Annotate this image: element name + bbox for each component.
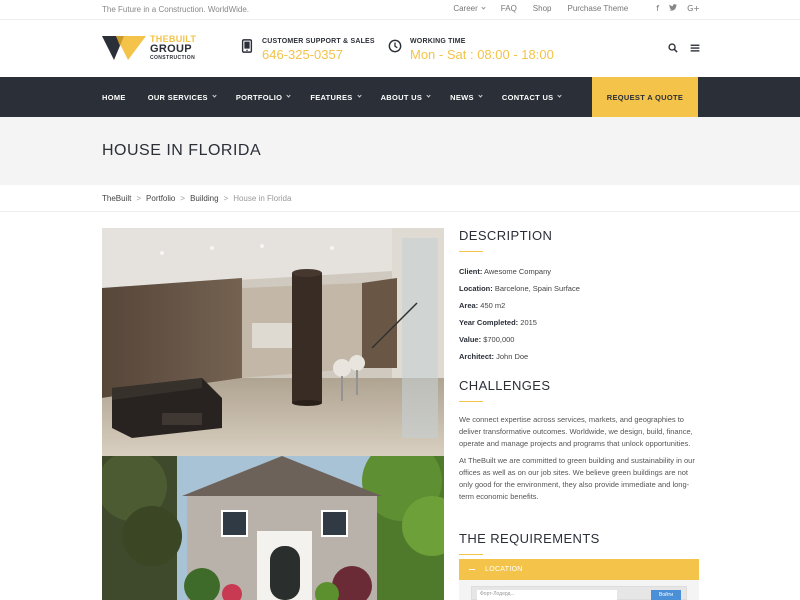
nav-about-us[interactable]: ABOUT US [381,93,431,102]
chevron-down-icon [286,92,291,98]
nav-home[interactable]: HOME [102,93,126,102]
logo[interactable]: THEBUILT GROUP CONSTRUCTION [102,35,196,61]
map-search-field[interactable]: Форт-Лодерд... [477,590,617,600]
main-nav: HOME OUR SERVICES PORTFOLIO FEATURES ABO… [0,77,800,117]
location-accordion[interactable]: LOCATION [459,559,699,580]
shop-link[interactable]: Shop [533,4,552,13]
chevron-down-icon [557,92,563,98]
breadcrumb-portfolio[interactable]: Portfolio [146,194,175,203]
phone-icon [241,39,253,53]
chevron-down-icon [356,92,362,98]
support-info: CUSTOMER SUPPORT & SALES 646-325-0357 [240,38,375,62]
working-time-value: Mon - Sat : 08:00 - 18:00 [410,47,554,62]
breadcrumb-separator: > [136,194,142,203]
header-icons [668,43,700,53]
nav-contact-us[interactable]: CONTACT US [502,92,563,102]
chevron-down-icon [212,92,217,98]
detail-client: Client: Awesome Company [459,267,551,276]
project-image-interior[interactable] [102,228,444,456]
detail-location: Location: Barcelone, Spain Surface [459,284,580,293]
twitter-icon[interactable] [669,4,678,13]
header: THEBUILT GROUP CONSTRUCTION CUSTOMER SUP… [0,20,800,77]
nav-news[interactable]: NEWS [450,92,483,102]
project-details: DESCRIPTION Client: Awesome Company Loca… [459,228,699,555]
description-title: DESCRIPTION [459,228,553,243]
facebook-icon[interactable]: f [656,4,659,13]
clock-icon [388,39,402,53]
detail-value: Value: $700,000 [459,335,515,344]
location-map[interactable]: Форт-Лодерд... Войти [459,580,699,600]
top-bar: The Future in a Construction. WorldWide.… [0,0,800,20]
request-quote-button[interactable]: REQUEST A QUOTE [592,77,698,117]
chevron-down-icon [426,92,431,98]
description-divider [459,251,483,252]
minus-icon [469,569,475,570]
logo-line2: GROUP [150,43,192,55]
logo-icon [102,36,146,60]
search-icon[interactable] [668,43,678,53]
support-phone[interactable]: 646-325-0357 [262,47,375,62]
challenges-paragraph-2: At TheBuilt we are committed to green bu… [459,456,695,501]
support-label: CUSTOMER SUPPORT & SALES [262,38,375,45]
google-plus-icon[interactable]: G+ [687,4,700,13]
working-time-label: WORKING TIME [410,38,466,45]
working-time-info: WORKING TIME Mon - Sat : 08:00 - 18:00 [388,38,554,62]
career-link[interactable]: Career [453,4,486,13]
chevron-down-icon [478,92,483,98]
breadcrumb-home[interactable]: TheBuilt [102,194,131,203]
nav-our-services[interactable]: OUR SERVICES [148,92,217,102]
nav-features[interactable]: FEATURES [310,92,362,102]
top-links: Career FAQ Shop Purchase Theme f G+ [453,4,700,13]
challenges-title: CHALLENGES [459,378,551,393]
map-login-button[interactable]: Войти [651,590,681,600]
requirements-title: THE REQUIREMENTS [459,531,600,546]
chevron-down-icon [481,5,486,10]
location-label: LOCATION [485,566,523,573]
menu-icon[interactable] [690,43,700,53]
detail-architect: Architect: John Doe [459,352,529,361]
logo-line3: CONSTRUCTION [150,55,196,61]
challenges-paragraph-1: We connect expertise across services, ma… [459,415,693,448]
breadcrumb-separator: > [180,194,186,203]
breadcrumb-current: House in Florida [233,194,292,203]
page-title: HOUSE IN FLORIDA [102,142,262,159]
requirements-divider [459,554,483,555]
breadcrumb-separator: > [223,194,229,203]
purchase-theme-link[interactable]: Purchase Theme [567,4,628,13]
detail-area: Area: 450 m2 [459,301,506,310]
tagline: The Future in a Construction. WorldWide. [102,5,250,14]
project-image-exterior[interactable] [102,456,444,600]
detail-year: Year Completed: 2015 [459,318,537,327]
breadcrumb-building[interactable]: Building [190,194,218,203]
page-title-band: HOUSE IN FLORIDA [0,117,800,185]
nav-portfolio[interactable]: PORTFOLIO [236,92,291,102]
challenges-divider [459,401,483,402]
breadcrumb: TheBuilt > Portfolio > Building > House … [0,185,800,212]
faq-link[interactable]: FAQ [501,4,517,13]
